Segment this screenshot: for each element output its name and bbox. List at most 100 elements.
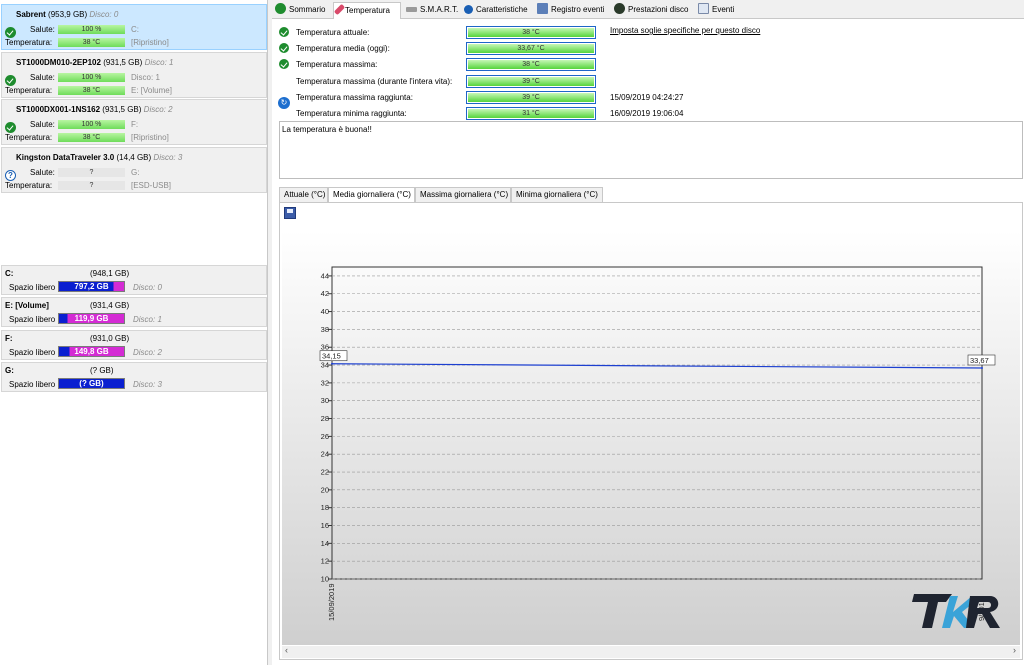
check-icon [5, 122, 16, 133]
y-tick-label: 28 [321, 414, 329, 423]
chart-tab-attuale[interactable]: Attuale (°C) [279, 187, 328, 202]
info-icon [464, 5, 473, 14]
temperature-bar: ? [58, 181, 125, 190]
metric-date: 16/09/2019 19:06:04 [610, 109, 684, 118]
chart-tab-minima[interactable]: Minima giornaliera (°C) [511, 187, 603, 202]
disk-title: Kingston DataTraveler 3.0 (14,4 GB) Disc… [16, 153, 182, 162]
y-tick-label: 10 [321, 575, 329, 584]
chart-tab-media[interactable]: Media giornaliera (°C) [328, 187, 415, 203]
data-point [331, 362, 333, 365]
chart-area: 10 12 14 16 18 20 22 24 26 28 30 32 34 36 38 40 42 44 34,1… [282, 231, 1020, 645]
y-tick-label: 34 [321, 361, 329, 370]
gauge-icon [614, 3, 625, 14]
temperature-label: Temperatura: [5, 38, 53, 47]
log-icon [537, 3, 548, 14]
disk-name: ST1000DX001-1NS162 [16, 105, 101, 114]
scroll-left-icon[interactable]: ‹ [285, 645, 288, 655]
volume-name: C: [5, 269, 14, 278]
health-bar: 100 % [58, 73, 125, 82]
tab-prestazioni-disco[interactable]: Prestazioni disco [611, 2, 695, 19]
scroll-right-icon[interactable]: › [1013, 645, 1016, 655]
temperature-bar: 38 °C [58, 86, 125, 95]
x-tick-label: 15/09/2019 [327, 583, 336, 621]
drive-letter: G: [131, 168, 140, 177]
tab-sommario[interactable]: Sommario [272, 2, 332, 19]
tab-registro-eventi[interactable]: Registro eventi [534, 2, 610, 19]
plot-frame [331, 266, 983, 580]
metric-label: Temperatura massima: [296, 60, 378, 69]
check-icon [5, 27, 16, 38]
metric-value: 38 °C [468, 28, 594, 37]
chart-tab-massima[interactable]: Massima giornaliera (°C) [415, 187, 511, 202]
y-tick-label: 12 [321, 557, 329, 566]
volume-disk: Disco: 1 [133, 315, 162, 324]
refresh-icon[interactable]: ↻ [278, 97, 290, 109]
metric-bar: 38 °C [466, 58, 596, 71]
metric-value: 39 °C [468, 77, 594, 86]
disk-item[interactable]: ST1000DM010-2EP102 (931,5 GB) Disco: 1 Sa… [1, 52, 267, 98]
metric-label: Temperatura massima (durante l'intera vi… [296, 77, 453, 86]
disk-item[interactable]: Sabrent (953,9 GB) Disco: 0 Salute: 100 % C… [1, 4, 267, 50]
health-label: Salute: [30, 73, 55, 82]
partition-label: E: [Volume] [131, 86, 172, 95]
volume-item[interactable]: F: (931,0 GB) Spazio libero 149,8 GB Disco: … [1, 330, 267, 360]
drive-icon [406, 7, 417, 12]
detail-pane: Sommario Temperatura S.M.A.R.T. Caratter… [272, 0, 1024, 665]
metric-label: Temperatura massima raggiunta: [296, 93, 413, 102]
save-icon[interactable] [284, 207, 296, 219]
free-space-label: Spazio libero [9, 283, 56, 292]
data-label-start: 34,15 [322, 352, 341, 361]
volume-disk: Disco: 2 [133, 348, 162, 357]
disk-number: Disco: 3 [153, 153, 183, 162]
free-space-label: Spazio libero [9, 380, 56, 389]
volume-disk: Disco: 0 [133, 283, 162, 292]
health-bar: 100 % [58, 120, 125, 129]
disk-item[interactable]: Kingston DataTraveler 3.0 (14,4 GB) Disc… [1, 147, 267, 193]
volume-item[interactable]: C: (948,1 GB) Spazio libero 797,2 GB Disco: … [1, 265, 267, 295]
disk-number: Disco: 0 [89, 10, 119, 19]
volume-item[interactable]: G: (? GB) Spazio libero (? GB) Disco: 3 [1, 362, 267, 392]
free-space-bar: (? GB) [58, 378, 125, 389]
tab-caratteristiche[interactable]: Caratteristiche [461, 2, 533, 19]
threshold-link[interactable]: Imposta soglie specifiche per questo dis… [610, 26, 760, 35]
metric-label: Temperatura minima raggiunta: [296, 109, 407, 118]
volume-item[interactable]: E: [Volume] (931,4 GB) Spazio libero 119,9 … [1, 297, 267, 327]
volume-disk: Disco: 3 [133, 380, 162, 389]
volume-size: (948,1 GB) [90, 269, 130, 278]
temperature-label: Temperatura: [5, 181, 53, 190]
disk-title: ST1000DX001-1NS162 (931,5 GB) Disco: 2 [16, 105, 173, 114]
thermometer-icon [333, 3, 346, 16]
disk-item[interactable]: ST1000DX001-1NS162 (931,5 GB) Disco: 2 Sa… [1, 99, 267, 145]
disk-list-pane: Sabrent (953,9 GB) Disco: 0 Salute: 100 % C… [0, 0, 268, 665]
temperature-bar: 38 °C [58, 133, 125, 142]
y-tick-label: 44 [321, 271, 329, 280]
volume-size: (? GB) [90, 366, 114, 375]
temperature-chart: 10 12 14 16 18 20 22 24 26 28 30 32 34 36 38 40 42 44 34,1… [319, 266, 996, 621]
y-tick-label: 36 [321, 343, 329, 352]
health-bar: 100 % [58, 25, 125, 34]
health-label: Salute: [30, 168, 55, 177]
tab-eventi[interactable]: Eventi [695, 2, 737, 19]
volume-size: (931,0 GB) [90, 334, 130, 343]
temperature-label: Temperatura: [5, 86, 53, 95]
health-label: Salute: [30, 25, 55, 34]
metric-bar: 39 °C [466, 75, 596, 88]
y-tick-label: 32 [321, 378, 329, 387]
volume-name: E: [Volume] [5, 301, 49, 310]
watermark-logo [912, 594, 1000, 628]
y-tick-label: 42 [321, 289, 329, 298]
tab-smart[interactable]: S.M.A.R.T. [403, 2, 461, 19]
drive-letter: C: [131, 25, 139, 34]
volume-name: G: [5, 366, 14, 375]
free-space-label: Spazio libero [9, 315, 56, 324]
free-space-bar: 119,9 GB [58, 313, 125, 324]
horizontal-scrollbar[interactable]: ‹ › [282, 645, 1020, 658]
disk-size: (931,5 GB) [102, 105, 142, 114]
disk-size: (14,4 GB) [116, 153, 152, 162]
disk-title: Sabrent (953,9 GB) Disco: 0 [16, 10, 118, 19]
y-tick-label: 14 [321, 539, 329, 548]
temperature-panel: Temperatura attuale: 38 °C Temperatura med… [272, 19, 1024, 665]
temperature-bar: 38 °C [58, 38, 125, 47]
metric-label: Temperatura attuale: [296, 28, 370, 37]
tab-temperatura[interactable]: Temperatura [333, 2, 401, 20]
